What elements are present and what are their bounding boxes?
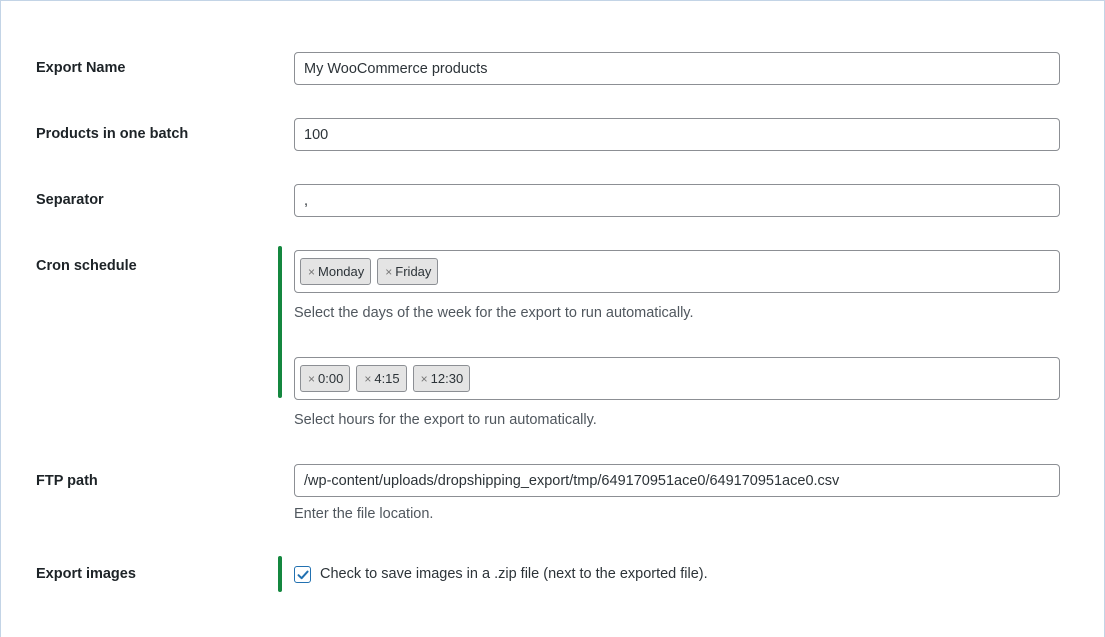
- cron-schedule-label: Cron schedule: [36, 258, 137, 274]
- day-tag-label: Monday: [318, 264, 365, 279]
- separator-label: Separator: [36, 192, 104, 208]
- batch-size-label: Products in one batch: [36, 126, 189, 142]
- separator-input[interactable]: [294, 184, 1060, 217]
- hour-tag: × 0:00: [300, 365, 351, 392]
- images-highlight-bar: [278, 556, 282, 592]
- batch-size-input[interactable]: [294, 118, 1060, 151]
- remove-tag-icon[interactable]: ×: [308, 372, 315, 386]
- ftp-path-label: FTP path: [36, 473, 98, 489]
- export-images-checkbox-label[interactable]: Check to save images in a .zip file (nex…: [320, 566, 708, 582]
- export-name-label: Export Name: [36, 60, 126, 76]
- hour-tag: × 4:15: [356, 365, 407, 392]
- cron-highlight-bar: [278, 246, 282, 398]
- export-images-label: Export images: [36, 566, 136, 582]
- remove-tag-icon[interactable]: ×: [421, 372, 428, 386]
- cron-hours-select[interactable]: × 0:00 × 4:15 × 12:30: [294, 357, 1060, 400]
- cron-hours-description: Select hours for the export to run autom…: [294, 412, 597, 428]
- remove-tag-icon[interactable]: ×: [364, 372, 371, 386]
- ftp-path-description: Enter the file location.: [294, 506, 434, 522]
- day-tag-label: Friday: [395, 264, 432, 279]
- day-tag: × Monday: [300, 258, 372, 285]
- ftp-path-input[interactable]: [294, 464, 1060, 497]
- checkmark-icon: [297, 570, 309, 579]
- day-tag: × Friday: [377, 258, 439, 285]
- remove-tag-icon[interactable]: ×: [308, 265, 315, 279]
- hour-tag-label: 0:00: [318, 371, 344, 386]
- remove-tag-icon[interactable]: ×: [385, 265, 392, 279]
- export-name-input[interactable]: [294, 52, 1060, 85]
- hour-tag: × 12:30: [412, 365, 471, 392]
- hour-tag-label: 12:30: [430, 371, 464, 386]
- export-images-checkbox[interactable]: [294, 566, 311, 583]
- export-settings-panel: Export Name Products in one batch Separa…: [0, 0, 1105, 637]
- cron-days-select[interactable]: × Monday × Friday: [294, 250, 1060, 293]
- cron-days-description: Select the days of the week for the expo…: [294, 305, 694, 321]
- hour-tag-label: 4:15: [374, 371, 400, 386]
